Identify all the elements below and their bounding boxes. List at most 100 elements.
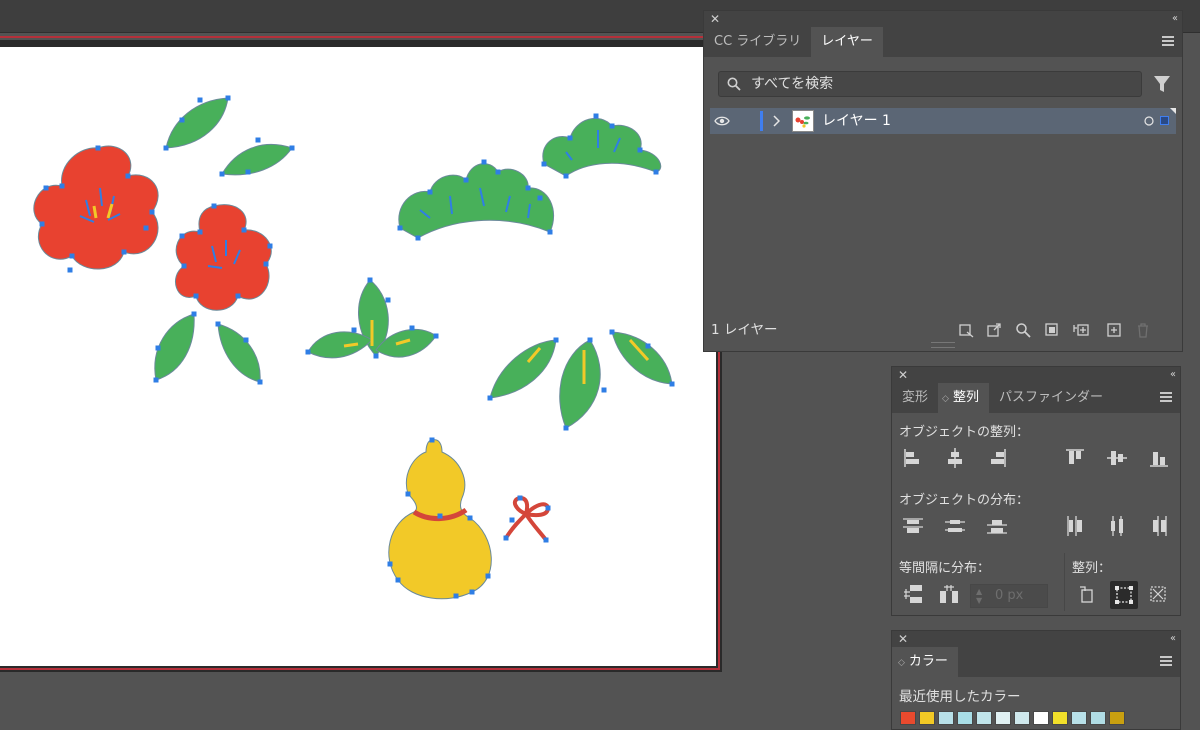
target-circle-icon[interactable] — [1144, 116, 1154, 126]
color-swatch[interactable] — [1090, 711, 1106, 725]
panel-menu-icon[interactable] — [1160, 656, 1172, 666]
gourd[interactable] — [387, 437, 492, 600]
distribute-spacing-label: 等間隔に分布： — [899, 561, 991, 576]
distribute-objects-label: オブジェクトの分布： — [899, 493, 1030, 508]
close-icon[interactable]: ✕ — [898, 367, 908, 383]
color-swatch[interactable] — [976, 711, 992, 725]
panel-header-strip: ✕ ‹‹ — [892, 367, 1180, 383]
pine-small[interactable] — [541, 113, 662, 179]
color-swatch[interactable] — [1109, 711, 1125, 725]
tab-align-label: 整列 — [952, 390, 979, 405]
collect-for-export-icon[interactable] — [958, 322, 974, 338]
tab-align[interactable]: ◇ 整列 — [938, 383, 989, 413]
panel-menu-icon[interactable] — [1160, 392, 1172, 402]
distribute-horizontal-center-icon[interactable] — [1106, 515, 1128, 537]
search-placeholder: すべてを検索 — [751, 76, 834, 92]
new-sublayer-icon[interactable] — [1073, 322, 1089, 338]
align-horizontal-center-icon[interactable] — [944, 447, 966, 469]
tab-color-label: カラー — [908, 654, 948, 669]
corner-triangle-icon — [1170, 108, 1176, 114]
recent-colors-label: 最近使用したカラー — [899, 689, 1021, 705]
distribute-vertical-center-icon[interactable] — [944, 515, 966, 537]
distribute-bottom-icon[interactable] — [986, 515, 1008, 537]
panel-header-strip: ✕ ‹‹ — [704, 11, 1182, 27]
color-swatch[interactable] — [919, 711, 935, 725]
panel-menu-icon[interactable] — [1162, 36, 1174, 46]
trash-icon — [1138, 323, 1148, 338]
align-to-artboard-icon[interactable] — [1076, 583, 1098, 605]
new-layer-icon[interactable] — [1106, 322, 1122, 338]
tab-pathfinder[interactable]: パスファインダー — [989, 383, 1113, 413]
color-swatch[interactable] — [957, 711, 973, 725]
align-vertical-center-icon[interactable] — [1106, 447, 1128, 469]
selection-indicator[interactable] — [1160, 116, 1169, 125]
collapse-icon[interactable]: ‹‹ — [1170, 631, 1176, 647]
horizontal-distribute-space-icon[interactable] — [938, 583, 960, 605]
leaves-bottom[interactable] — [153, 311, 263, 385]
color-swatch[interactable] — [1014, 711, 1030, 725]
align-to-selection-icon — [1115, 586, 1133, 604]
clipping-mask-icon[interactable] — [1044, 322, 1060, 338]
collapse-icon[interactable]: ‹‹ — [1172, 11, 1178, 27]
close-icon[interactable]: ✕ — [898, 631, 908, 647]
layer-color-bar — [760, 111, 763, 131]
color-swatch[interactable] — [1071, 711, 1087, 725]
align-right-icon[interactable] — [986, 447, 1008, 469]
tab-transform[interactable]: 変形 — [892, 383, 938, 413]
color-swatch[interactable] — [1033, 711, 1049, 725]
resize-grip[interactable] — [931, 342, 955, 348]
section-divider — [1064, 553, 1065, 611]
color-swatch[interactable] — [1052, 711, 1068, 725]
align-to-key-object-icon[interactable] — [1147, 583, 1169, 605]
close-icon[interactable]: ✕ — [710, 11, 720, 27]
search-icon — [727, 77, 741, 91]
color-swatch[interactable] — [900, 711, 916, 725]
bamboo-leaves[interactable] — [487, 329, 675, 431]
artwork[interactable] — [0, 47, 716, 666]
tab-color[interactable]: ◇ カラー — [892, 647, 958, 677]
panel-tabs: 変形 ◇ 整列 パスファインダー — [892, 383, 1180, 413]
leaf-trio-center[interactable] — [305, 277, 439, 359]
vertical-distribute-space-icon[interactable] — [902, 583, 924, 605]
search-input[interactable]: すべてを検索 — [718, 71, 1142, 97]
layers-panel: ✕ ‹‹ CC ライブラリ レイヤー すべてを検索 レイヤー 1 1 レイヤー — [703, 10, 1183, 352]
leaves-top[interactable] — [163, 95, 295, 177]
filter-icon[interactable] — [1154, 75, 1170, 93]
color-swatch[interactable] — [938, 711, 954, 725]
align-bottom-icon[interactable] — [1148, 447, 1170, 469]
plum-blossom-large[interactable] — [33, 145, 159, 273]
export-icon[interactable] — [986, 322, 1002, 338]
pine-large[interactable] — [397, 159, 555, 241]
collapse-icon[interactable]: ‹‹ — [1170, 367, 1176, 383]
layer-count: 1 レイヤー — [711, 322, 778, 338]
color-panel: ✕ ‹‹ ◇ カラー 最近使用したカラー — [891, 630, 1181, 730]
align-to-label: 整列： — [1072, 561, 1112, 576]
panel-tabs: ◇ カラー — [892, 647, 1180, 677]
stepper-arrows-icon[interactable]: ▲ ▼ — [976, 587, 982, 605]
spacing-input[interactable]: ▲ ▼ 0 px — [970, 584, 1048, 608]
align-top-icon[interactable] — [1064, 447, 1086, 469]
distribute-right-icon[interactable] — [1148, 515, 1170, 537]
distribute-top-icon[interactable] — [902, 515, 924, 537]
align-objects-label: オブジェクトの整列： — [899, 425, 1030, 440]
panel-header-strip: ✕ ‹‹ — [892, 631, 1180, 647]
color-swatch[interactable] — [995, 711, 1011, 725]
tab-options-icon: ◇ — [898, 658, 905, 668]
align-to-selection-button[interactable] — [1110, 581, 1138, 609]
distribute-left-icon[interactable] — [1064, 515, 1086, 537]
layer-row[interactable]: レイヤー 1 — [710, 108, 1176, 134]
tab-layers[interactable]: レイヤー — [811, 27, 883, 57]
eye-icon[interactable] — [714, 115, 730, 127]
rope-knot[interactable] — [503, 495, 551, 543]
panel-tabs: CC ライブラリ レイヤー — [704, 27, 1182, 57]
layer-thumbnail — [792, 110, 814, 132]
locate-object-icon[interactable] — [1015, 322, 1031, 338]
tab-cc-libraries[interactable]: CC ライブラリ — [704, 27, 811, 57]
spacing-value: 0 px — [995, 588, 1024, 603]
tab-options-icon: ◇ — [942, 394, 949, 404]
plum-blossom-small[interactable] — [175, 203, 273, 311]
chevron-right-icon[interactable] — [772, 115, 780, 127]
layer-name[interactable]: レイヤー 1 — [822, 108, 891, 134]
align-panel: ✕ ‹‹ 変形 ◇ 整列 パスファインダー オブジェクトの整列： オブジェクトの分… — [891, 366, 1181, 616]
align-left-icon[interactable] — [902, 447, 924, 469]
